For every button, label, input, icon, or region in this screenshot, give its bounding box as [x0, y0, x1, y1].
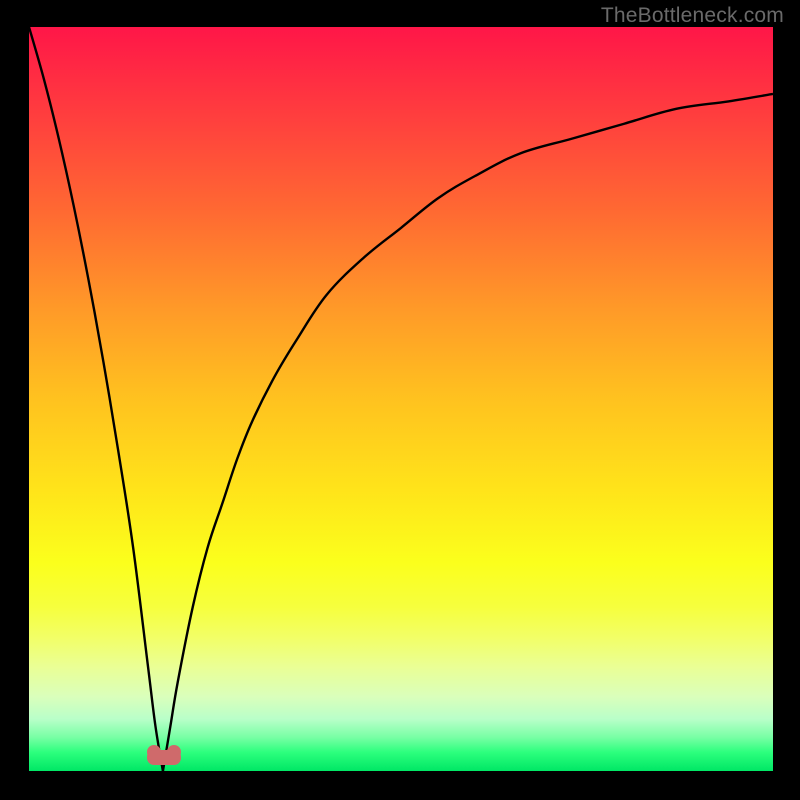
marker-bar	[147, 750, 181, 765]
chart-plot-area	[29, 27, 773, 771]
bottleneck-curve	[29, 27, 773, 771]
curve-right-branch	[163, 94, 773, 771]
curve-left-branch	[29, 27, 163, 771]
watermark-text: TheBottleneck.com	[601, 4, 784, 28]
